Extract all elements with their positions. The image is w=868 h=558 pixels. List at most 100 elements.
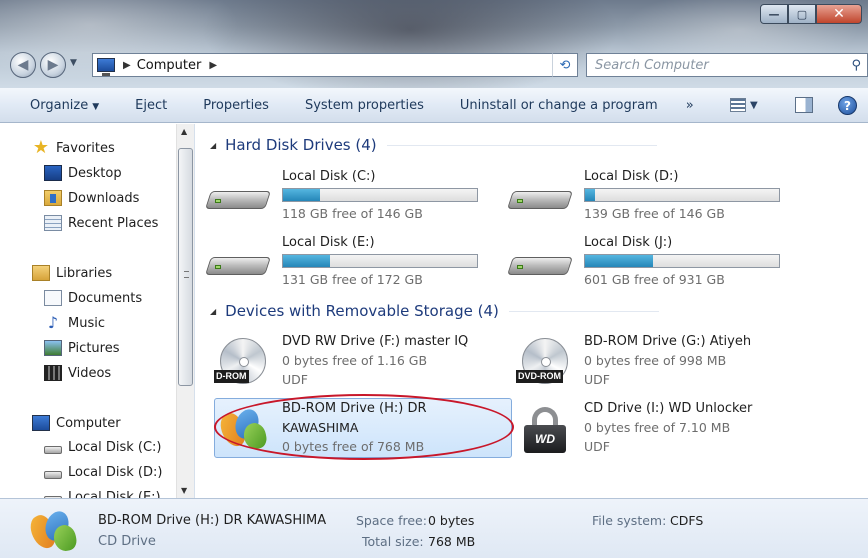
eject-button[interactable]: Eject xyxy=(135,98,167,113)
libraries-icon xyxy=(32,265,50,281)
drive-tile-c[interactable]: Local Disk (C:) 118 GB free of 146 GB xyxy=(200,169,496,227)
drive-tile-j[interactable]: Local Disk (J:) 601 GB free of 931 GB xyxy=(502,235,798,293)
minimize-button[interactable]: — xyxy=(760,4,788,24)
scroll-up-icon[interactable]: ▲ xyxy=(181,127,187,136)
star-icon: ★ xyxy=(32,137,50,158)
space-free-value: 0 bytes xyxy=(428,513,475,528)
search-placeholder: Search Computer xyxy=(595,57,709,73)
collapse-triangle-icon[interactable]: ◢ xyxy=(210,141,216,150)
organize-menu[interactable]: Organize ▼ xyxy=(30,98,99,113)
chevron-down-icon: ▼ xyxy=(92,101,100,112)
nav-pictures[interactable]: Pictures xyxy=(44,340,119,356)
drive-name: BD-ROM Drive (H:) DR xyxy=(282,401,427,416)
help-button[interactable]: ? xyxy=(838,96,857,115)
nav-videos[interactable]: Videos xyxy=(44,365,111,381)
nav-label: Music xyxy=(68,315,105,331)
recent-pages-dropdown[interactable]: ▼ xyxy=(70,58,77,68)
view-icon xyxy=(730,98,746,112)
documents-icon xyxy=(44,290,62,306)
nav-label: Computer xyxy=(56,415,121,431)
drive-free-space: 601 GB free of 931 GB xyxy=(584,272,725,287)
details-subtitle: CD Drive xyxy=(98,534,156,549)
nav-downloads[interactable]: Downloads xyxy=(44,190,139,206)
grip-icon xyxy=(184,271,189,278)
music-icon: ♪ xyxy=(47,313,59,332)
address-bar[interactable]: ▶ Computer ▶ ▼ xyxy=(92,53,577,77)
nav-scrollbar[interactable]: ▲ ▼ xyxy=(176,124,194,498)
divider xyxy=(386,144,657,146)
drive-icon xyxy=(44,445,62,454)
forward-button[interactable]: ▶ xyxy=(40,52,66,78)
back-button[interactable]: ◀ xyxy=(10,52,36,78)
refresh-button[interactable]: ⟲ xyxy=(552,53,578,77)
breadcrumb-computer[interactable]: Computer xyxy=(137,58,202,73)
nav-label: Downloads xyxy=(68,190,140,206)
drive-tile-f[interactable]: D-ROM DVD RW Drive (F:) master IQ 0 byte… xyxy=(212,334,508,394)
drive-free-space: 118 GB free of 146 GB xyxy=(282,206,423,221)
nav-label: Pictures xyxy=(68,340,120,356)
maximize-button[interactable]: ▢ xyxy=(788,4,816,24)
hard-disk-icon xyxy=(507,185,573,211)
scroll-down-icon[interactable]: ▼ xyxy=(181,486,187,495)
more-commands-button[interactable]: » xyxy=(686,98,694,113)
nav-libraries[interactable]: Libraries xyxy=(32,265,112,281)
search-icon[interactable]: ⚲ xyxy=(851,58,861,73)
uninstall-program-button[interactable]: Uninstall or change a program xyxy=(460,98,658,113)
drive-filesystem: UDF xyxy=(584,439,610,454)
change-view-button[interactable]: ▼ xyxy=(730,98,758,112)
drive-tile-e[interactable]: Local Disk (E:) 131 GB free of 172 GB xyxy=(200,235,496,293)
nav-desktop[interactable]: Desktop xyxy=(44,165,122,181)
computer-icon xyxy=(32,415,50,431)
collapse-triangle-icon[interactable]: ◢ xyxy=(210,307,216,316)
drive-free-space: 139 GB free of 146 GB xyxy=(584,206,725,221)
nav-music[interactable]: ♪ Music xyxy=(44,315,105,331)
group-title: Hard Disk Drives (4) xyxy=(225,136,377,154)
drive-tile-d[interactable]: Local Disk (D:) 139 GB free of 146 GB xyxy=(502,169,798,227)
nav-recent-places[interactable]: Recent Places xyxy=(44,215,158,231)
total-size-value: 768 MB xyxy=(428,534,476,549)
nav-label: Local Disk (D:) xyxy=(68,465,163,480)
total-size-label: Total size: xyxy=(362,534,424,549)
nav-computer[interactable]: Computer xyxy=(32,415,121,431)
nav-documents[interactable]: Documents xyxy=(44,290,142,306)
nav-local-disk-d[interactable]: Local Disk (D:) xyxy=(44,465,162,480)
drive-tile-h[interactable]: BD-ROM Drive (H:) DR KAWASHIMA 0 bytes f… xyxy=(212,401,508,461)
drive-name: BD-ROM Drive (G:) Atiyeh xyxy=(584,334,752,349)
nav-favorites[interactable]: ★ Favorites xyxy=(32,137,115,158)
scrollbar-thumb[interactable] xyxy=(178,148,193,386)
properties-button[interactable]: Properties xyxy=(203,98,269,113)
breadcrumb-separator-icon[interactable]: ▶ xyxy=(123,60,131,71)
drive-tile-i[interactable]: WD CD Drive (I:) WD Unlocker 0 bytes fre… xyxy=(514,401,810,461)
nav-local-disk-e[interactable]: Local Disk (E:) xyxy=(44,490,161,498)
downloads-icon xyxy=(44,190,62,206)
divider xyxy=(508,310,659,312)
usage-bar xyxy=(282,254,478,268)
search-input[interactable]: Search Computer ⚲ xyxy=(586,53,868,77)
drive-name-continued: KAWASHIMA xyxy=(282,420,359,435)
usage-bar xyxy=(584,188,780,202)
group-header-removable[interactable]: ◢ Devices with Removable Storage (4) xyxy=(210,302,659,320)
nav-local-disk-c[interactable]: Local Disk (C:) xyxy=(44,440,161,455)
drive-free-space: 0 bytes free of 768 MB xyxy=(282,439,425,454)
title-bar: — ▢ ✕ ◀ ▶ ▼ ▶ Computer ▶ ▼ ⟲ Search Comp… xyxy=(0,0,868,88)
close-button[interactable]: ✕ xyxy=(816,4,862,24)
usage-bar xyxy=(584,254,780,268)
drive-filesystem: UDF xyxy=(584,372,610,387)
drive-name: CD Drive (I:) WD Unlocker xyxy=(584,401,753,416)
drive-name: DVD RW Drive (F:) master IQ xyxy=(282,334,469,349)
nav-label: Libraries xyxy=(56,265,113,281)
organize-label: Organize xyxy=(30,97,89,113)
computer-icon xyxy=(97,58,115,76)
system-properties-button[interactable]: System properties xyxy=(305,98,424,113)
nav-label: Videos xyxy=(68,365,112,381)
drive-icon xyxy=(44,470,62,479)
space-free-label: Space free: xyxy=(356,513,427,528)
group-title: Devices with Removable Storage (4) xyxy=(225,302,499,320)
nav-label: Recent Places xyxy=(68,215,159,231)
drive-free-space: 131 GB free of 172 GB xyxy=(282,272,423,287)
breadcrumb-separator-icon[interactable]: ▶ xyxy=(209,60,217,71)
window-controls: — ▢ ✕ xyxy=(760,4,862,24)
drive-tile-g[interactable]: DVD-ROM BD-ROM Drive (G:) Atiyeh 0 bytes… xyxy=(514,334,810,394)
preview-pane-button[interactable] xyxy=(795,97,813,113)
group-header-hard-disks[interactable]: ◢ Hard Disk Drives (4) xyxy=(210,136,657,154)
